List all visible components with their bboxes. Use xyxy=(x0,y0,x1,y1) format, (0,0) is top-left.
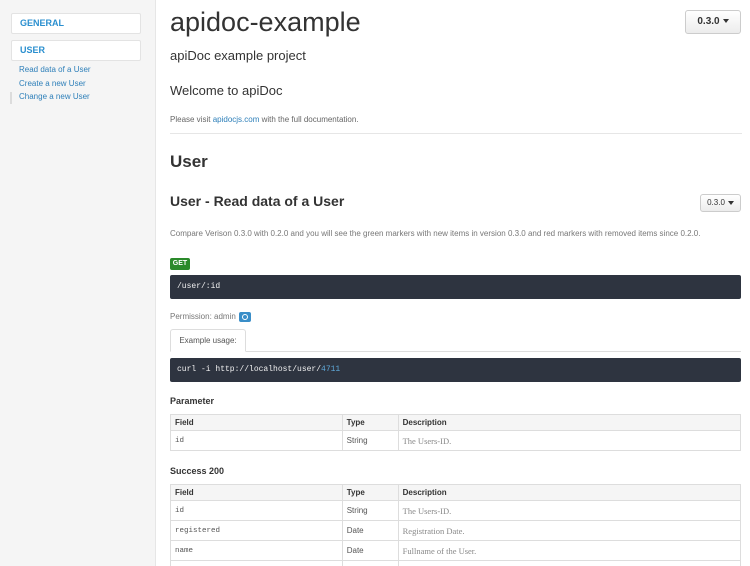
table-row: registered Date Registration Date. xyxy=(170,520,742,541)
sidebar: GENERAL USER Read data of a User Create … xyxy=(0,0,156,566)
nav-header-user[interactable]: USER xyxy=(11,40,141,61)
field-cell: name xyxy=(170,540,343,561)
endpoint-path: /user/:id xyxy=(170,275,741,299)
description-cell: Registration Date. xyxy=(397,520,742,541)
chevron-down-icon xyxy=(722,19,729,24)
nav-link-read-user[interactable]: Read data of a User xyxy=(19,65,91,74)
description-cell: The Users-ID. xyxy=(397,430,742,451)
description-cell: The Users-ID. xyxy=(397,500,742,521)
example-code: curl -i http://localhost/user/4711 xyxy=(170,358,741,382)
field-cell: registered xyxy=(170,520,343,541)
column-header: Field xyxy=(170,484,343,501)
permission-text: Permission: admin xyxy=(170,312,251,322)
column-header: Field xyxy=(170,414,343,431)
visit-text: Please visit apidocjs.com with the full … xyxy=(170,115,359,124)
nav-header-general[interactable]: GENERAL xyxy=(11,13,141,34)
field-cell xyxy=(170,560,343,566)
field-cell: id xyxy=(170,500,343,521)
tab-example-usage[interactable]: Example usage: xyxy=(170,329,246,352)
table-row: name Date Fullname of the User. xyxy=(170,540,742,561)
type-cell xyxy=(341,560,399,566)
type-cell: String xyxy=(341,500,399,521)
parameter-table: Field Type Description id String The Use… xyxy=(170,414,742,451)
visit-suffix: with the full documentation. xyxy=(259,115,359,124)
table-row: id String The Users-ID. xyxy=(170,500,742,521)
main-content: apidoc-example 0.3.0 apiDoc example proj… xyxy=(170,0,742,566)
divider xyxy=(170,133,742,134)
table-header-row: Field Type Description xyxy=(170,484,742,501)
welcome-heading: Welcome to apiDoc xyxy=(170,83,283,98)
success-title: Success 200 xyxy=(170,466,225,476)
endpoint-title: User - Read data of a User xyxy=(170,193,345,209)
table-header-row: Field Type Description xyxy=(170,414,742,431)
group-title: User xyxy=(170,152,208,171)
nav-link-change-user[interactable]: Change a new User xyxy=(10,92,90,104)
description-cell xyxy=(397,560,742,566)
description-cell: Fullname of the User. xyxy=(397,540,742,561)
type-cell: Date xyxy=(341,520,399,541)
example-code-text: curl -i http://localhost/user/ xyxy=(177,365,322,374)
info-icon[interactable] xyxy=(238,312,251,322)
parameter-title: Parameter xyxy=(170,396,215,406)
column-header: Description xyxy=(397,484,742,501)
table-row xyxy=(170,560,742,566)
example-code-id: 4711 xyxy=(321,365,341,374)
endpoint-description: Compare Verison 0.3.0 with 0.2.0 and you… xyxy=(170,229,701,238)
type-cell: Date xyxy=(341,540,399,561)
type-cell: String xyxy=(341,430,399,451)
chevron-down-icon xyxy=(727,200,734,205)
version-dropdown[interactable]: 0.3.0 xyxy=(685,10,741,34)
page-subtitle: apiDoc example project xyxy=(170,48,306,63)
field-cell: id xyxy=(170,430,343,451)
success-table: Field Type Description id String The Use… xyxy=(170,484,742,566)
endpoint-version-dropdown[interactable]: 0.3.0 xyxy=(700,194,741,212)
visit-prefix: Please visit xyxy=(170,115,213,124)
endpoint-version-label: 0.3.0 xyxy=(707,198,725,207)
column-header: Type xyxy=(341,414,399,431)
nav-link-create-user[interactable]: Create a new User xyxy=(19,79,86,88)
permission-label: Permission: admin xyxy=(170,312,236,322)
column-header: Type xyxy=(341,484,399,501)
version-label: 0.3.0 xyxy=(697,16,720,27)
apidocjs-link[interactable]: apidocjs.com xyxy=(213,115,260,124)
method-badge: GET xyxy=(170,258,190,270)
table-row: id String The Users-ID. xyxy=(170,430,742,451)
page-title: apidoc-example xyxy=(170,7,361,37)
tabs-divider xyxy=(170,351,741,352)
column-header: Description xyxy=(397,414,742,431)
